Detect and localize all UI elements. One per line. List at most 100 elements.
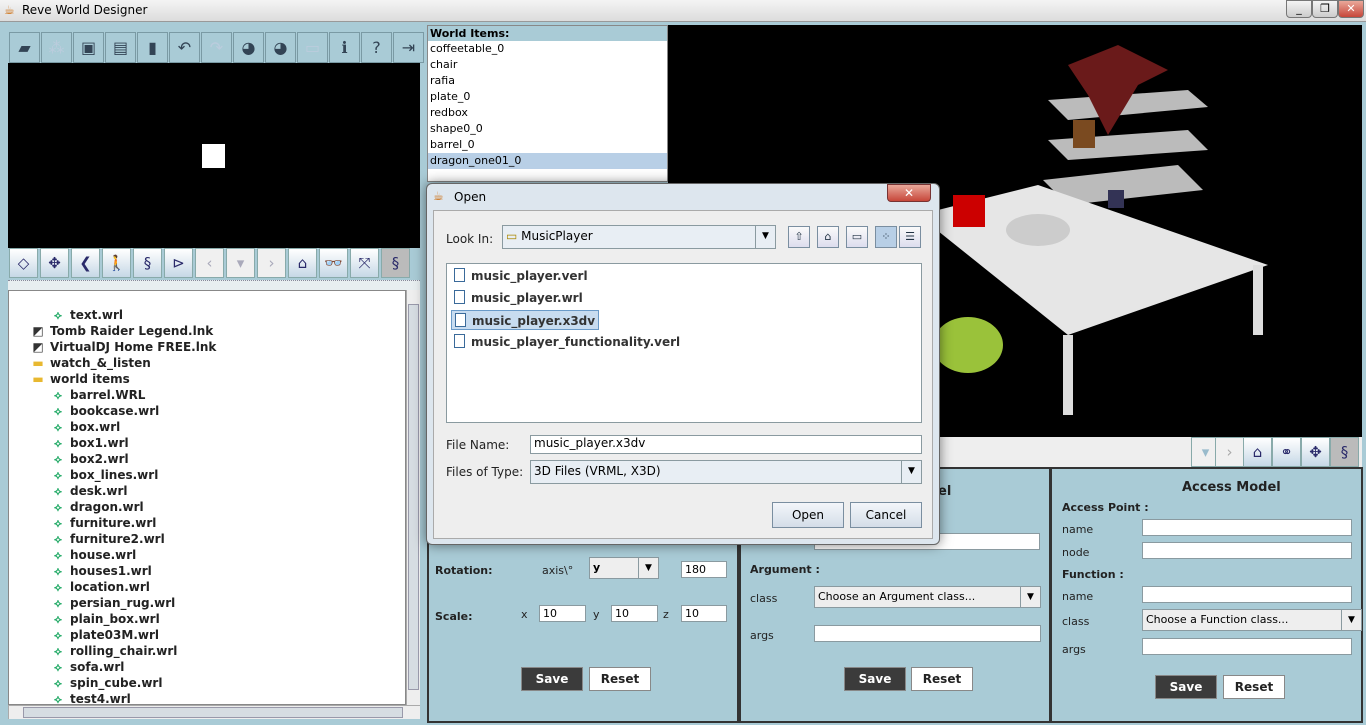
tree-item[interactable]: ⟡ box.wrl bbox=[51, 420, 120, 436]
fit-view-icon[interactable]: ✥ bbox=[1301, 437, 1330, 467]
split-divider[interactable] bbox=[8, 280, 420, 290]
reset-button[interactable]: Reset bbox=[911, 667, 973, 691]
tree-item[interactable]: ⟡ spin_cube.wrl bbox=[51, 676, 162, 692]
cancel-button[interactable]: Cancel bbox=[850, 502, 922, 528]
tree-item[interactable]: ⟡ barrel.WRL bbox=[51, 388, 145, 404]
tree-item[interactable]: ▬ world items bbox=[31, 372, 129, 388]
up-folder-icon[interactable]: ⇧ bbox=[788, 226, 810, 248]
open-button[interactable]: Open bbox=[772, 502, 844, 528]
world-item[interactable]: dragon_one01_0 bbox=[428, 153, 667, 169]
new-file-icon[interactable]: ▮ bbox=[137, 32, 168, 63]
info-icon[interactable]: ℹ bbox=[329, 32, 360, 63]
script-icon[interactable]: § bbox=[381, 248, 410, 278]
home-icon[interactable]: ⌂ bbox=[288, 248, 317, 278]
list-view-icon[interactable]: ⁘ bbox=[875, 226, 897, 248]
tree-item[interactable]: ⟡ box1.wrl bbox=[51, 436, 129, 452]
maximize-button[interactable]: ❐ bbox=[1312, 0, 1338, 18]
function-args-input[interactable] bbox=[1142, 638, 1352, 655]
file-name-input[interactable]: music_player.x3dv bbox=[530, 435, 922, 454]
tree-item[interactable]: ⟡ box_lines.wrl bbox=[51, 468, 158, 484]
reset-button[interactable]: Reset bbox=[589, 667, 651, 691]
save-all-icon[interactable]: ▤ bbox=[105, 32, 136, 63]
tree-item[interactable]: ⟡ plain_box.wrl bbox=[51, 612, 160, 628]
args-input[interactable] bbox=[814, 625, 1041, 642]
tree-horizontal-scrollbar[interactable] bbox=[8, 705, 420, 719]
pan-up-icon[interactable]: ◇ bbox=[9, 248, 38, 278]
home-icon[interactable]: ⌂ bbox=[1243, 437, 1272, 467]
globe-icon[interactable]: ◕ bbox=[233, 32, 264, 63]
redo-icon[interactable]: ↷ bbox=[201, 32, 232, 63]
save-button[interactable]: Save bbox=[1155, 675, 1217, 699]
reset-button[interactable]: Reset bbox=[1223, 675, 1285, 699]
rotation-angle-input[interactable]: 180 bbox=[681, 561, 727, 578]
access-name-input[interactable] bbox=[1142, 519, 1352, 536]
new-folder-icon[interactable]: ▭ bbox=[846, 226, 868, 248]
open-folder-icon[interactable]: ▰ bbox=[9, 32, 40, 63]
help-icon[interactable]: ? bbox=[361, 32, 392, 63]
world-item[interactable]: plate_0 bbox=[428, 89, 667, 105]
tree-item[interactable]: ▬ watch_&_listen bbox=[31, 356, 151, 372]
walk-icon[interactable]: 🚶 bbox=[102, 248, 131, 278]
next-viewpoint-icon[interactable]: › bbox=[257, 248, 286, 278]
file-item[interactable]: music_player.verl bbox=[451, 266, 591, 286]
save-button[interactable]: Save bbox=[844, 667, 906, 691]
file-item[interactable]: music_player.x3dv bbox=[451, 310, 600, 330]
node-input[interactable] bbox=[1142, 542, 1352, 559]
tree-item[interactable]: ⟡ location.wrl bbox=[51, 580, 150, 596]
home-folder-icon[interactable]: ⌂ bbox=[817, 226, 839, 248]
scale-y-input[interactable]: 10 bbox=[611, 605, 658, 622]
tree-vertical-scrollbar[interactable] bbox=[406, 290, 420, 705]
save-button[interactable]: Save bbox=[521, 667, 583, 691]
world-item[interactable]: barrel_0 bbox=[428, 137, 667, 153]
fit-view-icon[interactable]: ⤧ bbox=[350, 248, 379, 278]
script-icon[interactable]: § bbox=[1330, 437, 1359, 467]
close-button[interactable]: ✕ bbox=[1338, 0, 1364, 18]
save-icon[interactable]: ▣ bbox=[73, 32, 104, 63]
tree-item[interactable]: ⟡ house.wrl bbox=[51, 548, 136, 564]
undo-icon[interactable]: ↶ bbox=[169, 32, 200, 63]
tree-item[interactable]: ◩ VirtualDJ Home FREE.lnk bbox=[31, 340, 216, 356]
scale-z-input[interactable]: 10 bbox=[681, 605, 727, 622]
tree-item[interactable]: ⟡ desk.wrl bbox=[51, 484, 128, 500]
tree-item[interactable]: ⟡ dragon.wrl bbox=[51, 500, 144, 516]
exit-icon[interactable]: ⇥ bbox=[393, 32, 424, 63]
tree-item[interactable]: ⟡ houses1.wrl bbox=[51, 564, 152, 580]
back-chevron-icon[interactable]: ❮ bbox=[71, 248, 100, 278]
look-in-select[interactable]: ▭ MusicPlayer ▼ bbox=[502, 225, 776, 249]
examine-icon[interactable]: ⊳ bbox=[164, 248, 193, 278]
binoculars-icon[interactable]: ⚭ bbox=[1272, 437, 1301, 467]
argument-class-select[interactable]: Choose an Argument class... ▼ bbox=[814, 586, 1041, 608]
tree-item[interactable]: ⟡ persian_rug.wrl bbox=[51, 596, 175, 612]
tree-item[interactable]: ⟡ sofa.wrl bbox=[51, 660, 124, 676]
world-item[interactable]: shape0_0 bbox=[428, 121, 667, 137]
tree-item[interactable]: ⟡ furniture.wrl bbox=[51, 516, 156, 532]
rotate-icon[interactable]: § bbox=[133, 248, 162, 278]
tree-item[interactable]: ⟡ rolling_chair.wrl bbox=[51, 644, 177, 660]
world-item[interactable]: coffeetable_0 bbox=[428, 41, 667, 57]
tree-item[interactable]: ⟡ test4.wrl bbox=[51, 692, 131, 704]
preview-viewport[interactable] bbox=[8, 63, 420, 248]
tree-item[interactable]: ◩ Tomb Raider Legend.lnk bbox=[31, 324, 213, 340]
dialog-close-button[interactable]: ✕ bbox=[887, 184, 931, 202]
tree-item[interactable]: ⟡ plate03M.wrl bbox=[51, 628, 159, 644]
globe-pointer-icon[interactable]: ◕ bbox=[265, 32, 296, 63]
file-item[interactable]: music_player.wrl bbox=[451, 288, 586, 308]
tree-item[interactable]: ⟡ text.wrl bbox=[51, 308, 123, 324]
file-item[interactable]: music_player_functionality.verl bbox=[451, 332, 683, 352]
details-view-icon[interactable]: ☰ bbox=[899, 226, 921, 248]
files-of-type-select[interactable]: 3D Files (VRML, X3D) ▼ bbox=[530, 460, 922, 484]
next-viewpoint-icon[interactable]: › bbox=[1215, 437, 1244, 467]
binoculars-icon[interactable]: 👓 bbox=[319, 248, 348, 278]
minimize-button[interactable]: _ bbox=[1286, 0, 1312, 18]
world-item[interactable]: chair bbox=[428, 57, 667, 73]
code-window-icon[interactable]: ▭ bbox=[297, 32, 328, 63]
viewpoint-dropdown-icon[interactable]: ▾ bbox=[226, 248, 255, 278]
tree-item[interactable]: ⟡ box2.wrl bbox=[51, 452, 129, 468]
add-objects-icon[interactable]: ⁂ bbox=[41, 32, 72, 63]
function-class-select[interactable]: Choose a Function class... ▼ bbox=[1142, 609, 1362, 631]
world-item[interactable]: redbox bbox=[428, 105, 667, 121]
world-item[interactable]: rafia bbox=[428, 73, 667, 89]
tree-item[interactable]: ⟡ bookcase.wrl bbox=[51, 404, 159, 420]
tree-item[interactable]: ⟡ furniture2.wrl bbox=[51, 532, 165, 548]
scale-x-input[interactable]: 10 bbox=[539, 605, 586, 622]
